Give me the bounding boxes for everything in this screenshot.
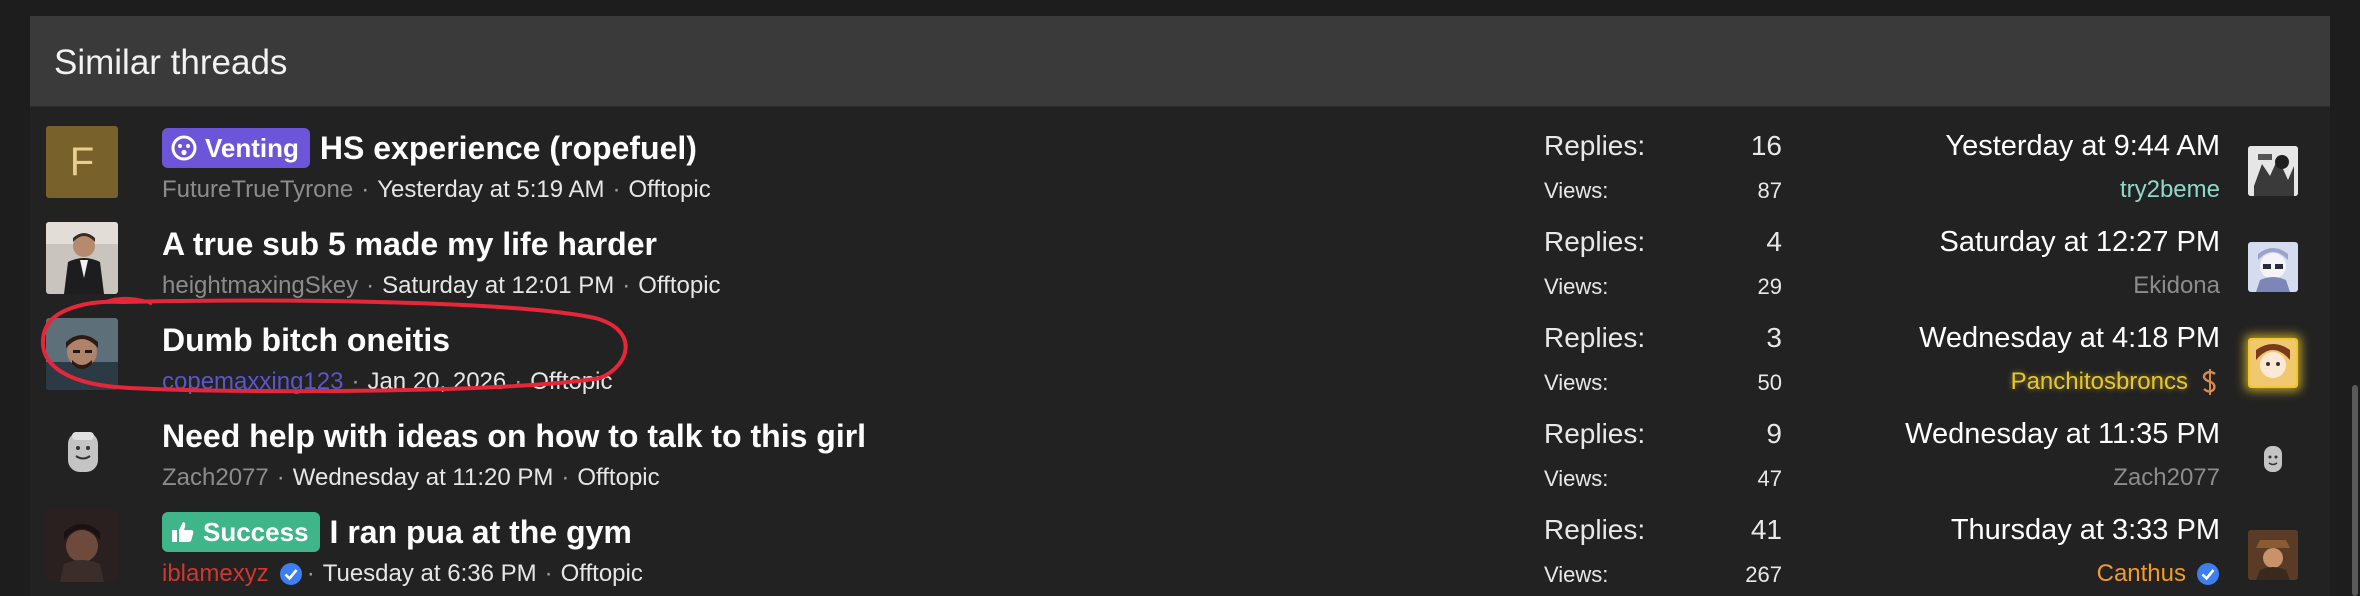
prefix-success[interactable]: Success xyxy=(162,512,320,552)
avatar-letter: F xyxy=(69,139,95,184)
forum-link[interactable]: Offtopic xyxy=(561,560,643,588)
dollar-icon xyxy=(2200,368,2220,396)
thread-row[interactable]: Need help with ideas on how to talk to t… xyxy=(30,404,2330,500)
replies-count: 41 xyxy=(1750,514,1782,545)
forum-link[interactable]: Offtopic xyxy=(638,272,720,300)
last-post-date[interactable]: Yesterday at 9:44 AM xyxy=(1945,130,2220,163)
views-label: Views: xyxy=(1544,562,1609,587)
last-poster-avatar[interactable] xyxy=(2248,338,2298,388)
panel-title: Similar threads xyxy=(54,43,288,82)
replies-count: 16 xyxy=(1750,130,1782,161)
last-post-date[interactable]: Thursday at 3:33 PM xyxy=(1951,514,2220,547)
views-label: Views: xyxy=(1544,274,1609,299)
thread-title-link[interactable]: I ran pua at the gym xyxy=(330,514,632,551)
separator-dot: · xyxy=(561,464,570,491)
thread-row[interactable]: F Venting HS experience (ropefuel) Futur… xyxy=(30,116,2330,212)
replies-count: 9 xyxy=(1766,418,1782,449)
last-poster-avatar[interactable] xyxy=(2248,530,2298,580)
separator-dot: · xyxy=(366,272,375,299)
separator-dot: · xyxy=(612,176,621,203)
separator-dot: · xyxy=(361,176,370,203)
views-count: 50 xyxy=(1757,370,1782,395)
venting-icon xyxy=(171,135,197,161)
thread-date[interactable]: Wednesday at 11:20 PM xyxy=(293,464,554,492)
similar-threads-panel: Similar threads F Venting HS experience … xyxy=(30,16,2330,596)
thread-date[interactable]: Yesterday at 5:19 AM xyxy=(377,176,604,204)
thread-title-link[interactable]: Need help with ideas on how to talk to t… xyxy=(162,418,866,455)
last-poster-avatar[interactable] xyxy=(2248,434,2298,484)
views-count: 267 xyxy=(1745,562,1782,587)
last-poster-avatar[interactable] xyxy=(2248,242,2298,292)
author-link[interactable]: iblamexyz xyxy=(162,560,269,588)
separator-dot: · xyxy=(276,464,285,491)
avatar[interactable]: F xyxy=(46,126,118,198)
replies-label: Replies: xyxy=(1544,226,1646,257)
panel-header: Similar threads xyxy=(30,16,2330,107)
last-post-date[interactable]: Saturday at 12:27 PM xyxy=(1940,226,2221,259)
replies-count: 4 xyxy=(1766,226,1782,257)
last-poster-avatar[interactable] xyxy=(2248,146,2298,196)
verified-icon xyxy=(2196,562,2220,586)
thread-date[interactable]: Tuesday at 6:36 PM xyxy=(323,560,537,588)
scrollbar[interactable] xyxy=(2352,385,2358,596)
separator-dot: · xyxy=(351,368,360,395)
last-poster-link[interactable]: Panchitosbroncs xyxy=(2011,368,2188,396)
separator-dot: · xyxy=(306,560,315,587)
views-label: Views: xyxy=(1544,178,1609,203)
avatar[interactable] xyxy=(46,510,118,582)
last-poster-link[interactable]: Canthus xyxy=(2097,560,2186,588)
thread-title-link[interactable]: A true sub 5 made my life harder xyxy=(162,226,657,263)
thread-date[interactable]: Jan 20, 2026 xyxy=(367,368,506,396)
views-label: Views: xyxy=(1544,370,1609,395)
author-link[interactable]: heightmaxingSkey xyxy=(162,272,358,300)
replies-label: Replies: xyxy=(1544,418,1646,449)
thread-date[interactable]: Saturday at 12:01 PM xyxy=(382,272,614,300)
thread-row[interactable]: A true sub 5 made my life harder heightm… xyxy=(30,212,2330,308)
replies-label: Replies: xyxy=(1544,322,1646,353)
views-count: 87 xyxy=(1757,178,1782,203)
last-poster-link[interactable]: try2beme xyxy=(2120,176,2220,204)
author-link[interactable]: FutureTrueTyrone xyxy=(162,176,353,204)
prefix-label: Success xyxy=(203,516,309,547)
author-link[interactable]: Zach2077 xyxy=(162,464,269,492)
avatar[interactable] xyxy=(46,222,118,294)
last-poster-group: Canthus xyxy=(2097,560,2220,588)
views-label: Views: xyxy=(1544,466,1609,491)
replies-label: Replies: xyxy=(1544,130,1646,161)
replies-count: 3 xyxy=(1766,322,1782,353)
thread-title-link[interactable]: Dumb bitch oneitis xyxy=(162,322,450,359)
author-link[interactable]: copemaxxing123 xyxy=(162,368,343,396)
separator-dot: · xyxy=(514,368,523,395)
last-post-date[interactable]: Wednesday at 4:18 PM xyxy=(1919,322,2220,355)
views-count: 47 xyxy=(1757,466,1782,491)
replies-label: Replies: xyxy=(1544,514,1646,545)
avatar[interactable] xyxy=(46,414,118,486)
last-poster-group: Panchitosbroncs xyxy=(2011,368,2220,396)
separator-dot: · xyxy=(622,272,631,299)
thread-row[interactable]: Success I ran pua at the gym iblamexyz ·… xyxy=(30,500,2330,596)
forum-link[interactable]: Offtopic xyxy=(628,176,710,204)
last-post-date[interactable]: Wednesday at 11:35 PM xyxy=(1905,418,2220,451)
thread-title-link[interactable]: HS experience (ropefuel) xyxy=(320,130,697,167)
avatar[interactable] xyxy=(46,318,118,390)
thread-row[interactable]: Dumb bitch oneitis copemaxxing123 · Jan … xyxy=(30,308,2330,404)
separator-dot: · xyxy=(544,560,553,587)
views-count: 29 xyxy=(1757,274,1782,299)
forum-link[interactable]: Offtopic xyxy=(530,368,612,396)
last-poster-link[interactable]: Ekidona xyxy=(2133,272,2220,300)
prefix-label: Venting xyxy=(205,132,299,163)
forum-link[interactable]: Offtopic xyxy=(577,464,659,492)
verified-icon xyxy=(279,562,303,586)
thumbs-up-icon xyxy=(171,520,195,544)
prefix-venting[interactable]: Venting xyxy=(162,128,310,168)
last-poster-link[interactable]: Zach2077 xyxy=(2113,464,2220,492)
